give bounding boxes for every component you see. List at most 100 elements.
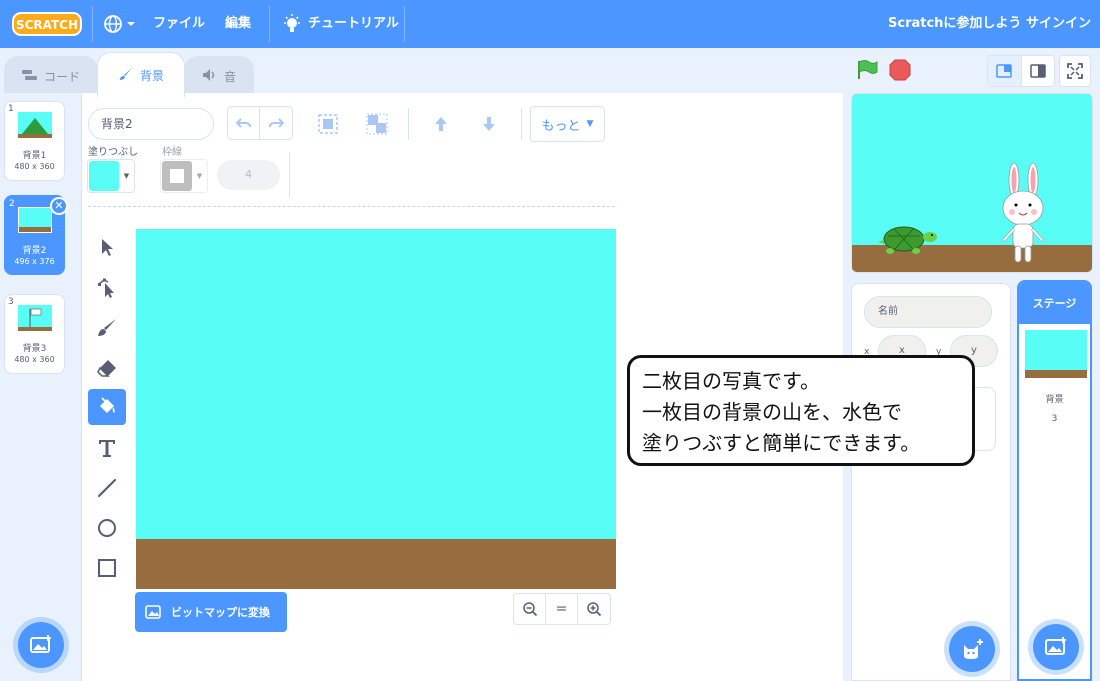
- stop-button[interactable]: [888, 58, 912, 82]
- group-icon: [318, 114, 338, 134]
- stop-icon: [889, 59, 911, 81]
- sign-in-link[interactable]: サインイン: [1026, 0, 1091, 48]
- fill-tool[interactable]: [88, 389, 126, 425]
- delete-backdrop-button[interactable]: ✕: [50, 197, 68, 215]
- select-tool[interactable]: [88, 229, 126, 265]
- speaker-icon: [202, 68, 218, 85]
- convert-to-bitmap-label: ビットマップに変換: [171, 606, 270, 619]
- small-stage-icon: [996, 64, 1012, 78]
- backdrop-name-input[interactable]: 背景2: [88, 108, 214, 140]
- image-icon: [145, 605, 161, 619]
- tab-backdrops[interactable]: 背景: [97, 52, 185, 97]
- paint-canvas[interactable]: [136, 229, 616, 589]
- toolbar-separator: [88, 206, 615, 207]
- large-stage-button[interactable]: [1022, 56, 1055, 86]
- outline-color-swatch: [162, 161, 192, 191]
- outline-width-input[interactable]: 4: [217, 160, 280, 190]
- backdrop-name: 背景1: [22, 151, 47, 161]
- zoom-out-button[interactable]: [514, 594, 547, 624]
- paintbrush-icon: [98, 319, 116, 336]
- tab-code[interactable]: コード: [4, 56, 98, 96]
- fullscreen-button[interactable]: [1059, 55, 1091, 87]
- backdrop-item[interactable]: 3 背景3 480 x 360: [4, 294, 65, 374]
- scratch-logo[interactable]: SCRATCH: [12, 10, 84, 38]
- tab-sounds-label: 音: [223, 70, 236, 84]
- more-button[interactable]: もっと ▼: [530, 106, 605, 142]
- ungroup-button[interactable]: [362, 110, 392, 138]
- image-add-icon: [30, 635, 51, 653]
- backdrop-list: 1 背景1 480 x 360 2 背景2 496 x 376 ✕ 3 背景3 …: [0, 93, 82, 681]
- backward-button[interactable]: [474, 110, 504, 138]
- backdrop-thumbnail: [18, 112, 52, 138]
- backdrop-number: 2: [9, 199, 15, 209]
- text-icon: [99, 440, 115, 457]
- undo-redo-group: [227, 106, 293, 140]
- menu-bar: SCRATCH ファイル 編集 チュートリアル Scratchに参加しよう サイ…: [0, 0, 1100, 48]
- lightbulb-icon: [282, 13, 302, 35]
- add-backdrop-button[interactable]: [18, 622, 64, 668]
- convert-to-bitmap-button[interactable]: ビットマップに変換: [135, 592, 287, 632]
- stage-size-toggle: [987, 55, 1055, 87]
- add-sprite-button[interactable]: [949, 626, 995, 672]
- ungroup-icon: [366, 113, 388, 135]
- stage-render: [852, 94, 1092, 272]
- brush-tool[interactable]: [88, 310, 126, 346]
- sprite-name-input[interactable]: 名前: [864, 296, 992, 328]
- join-scratch-link[interactable]: Scratchに参加しよう: [888, 0, 1021, 48]
- toolbar-divider: [521, 108, 522, 140]
- stage[interactable]: [851, 93, 1093, 273]
- menu-divider: [92, 6, 93, 42]
- eraser-icon: [97, 360, 116, 377]
- globe-icon: [104, 15, 135, 33]
- stage-backdrop-thumbnail: [1025, 330, 1087, 378]
- toolbar-divider: [408, 108, 409, 140]
- zoom-controls: =: [513, 593, 611, 625]
- backdrop-item[interactable]: 1 背景1 480 x 360: [4, 101, 65, 181]
- outline-color-picker[interactable]: ▼: [160, 159, 208, 193]
- backdrop-size: 480 x 360: [14, 162, 55, 171]
- edit-menu[interactable]: 編集: [225, 0, 251, 48]
- backdrop-size: 496 x 376: [14, 257, 55, 266]
- toolbar-divider: [289, 152, 290, 198]
- redo-button[interactable]: [260, 107, 292, 139]
- annotation-callout: 二枚目の写真です。 一枚目の背景の山を、水色で 塗りつぶすと簡単にできます。: [627, 355, 975, 466]
- circle-tool[interactable]: [88, 510, 126, 546]
- text-tool[interactable]: [88, 430, 126, 466]
- stage-selector[interactable]: ステージ 背景 3: [1017, 280, 1092, 681]
- add-stage-backdrop-button[interactable]: [1033, 624, 1079, 670]
- undo-button[interactable]: [228, 107, 261, 139]
- backdrops-count: 3: [1051, 414, 1058, 424]
- rectangle-tool[interactable]: [88, 550, 126, 586]
- sprite-info-pane: 名前 x x y y: [851, 283, 1011, 681]
- zoom-in-button[interactable]: [578, 594, 610, 624]
- fill-color-picker[interactable]: ▼: [87, 159, 135, 193]
- eraser-tool[interactable]: [88, 350, 126, 386]
- paint-bucket-icon: [100, 397, 115, 413]
- tab-code-label: コード: [43, 70, 80, 84]
- reshape-tool[interactable]: [88, 270, 126, 306]
- arrow-up-icon: [435, 117, 447, 131]
- undo-icon: [235, 118, 251, 128]
- zoom-reset-button[interactable]: =: [546, 594, 578, 624]
- paintbrush-icon: [118, 66, 134, 85]
- line-tool[interactable]: [88, 470, 126, 506]
- reshape-icon: [98, 278, 114, 298]
- forward-button[interactable]: [426, 110, 456, 138]
- stage-pane-title: ステージ: [1019, 282, 1090, 324]
- file-menu[interactable]: ファイル: [153, 0, 205, 48]
- tutorials-menu[interactable]: チュートリアル: [308, 0, 399, 48]
- small-stage-button[interactable]: [988, 56, 1022, 86]
- line-icon: [97, 478, 117, 498]
- backdrop-number: 3: [8, 297, 14, 307]
- image-add-icon: [1045, 637, 1066, 655]
- backdrop-thumbnail: [18, 207, 52, 233]
- backdrop-thumbnail: [18, 305, 52, 331]
- tab-sounds[interactable]: 音: [184, 56, 254, 96]
- green-flag-button[interactable]: [855, 58, 879, 82]
- rectangle-icon: [98, 559, 116, 577]
- green-flag-icon: [858, 60, 878, 79]
- group-button[interactable]: [313, 110, 343, 138]
- more-button-label: もっと: [541, 118, 581, 134]
- backdrop-number: 1: [8, 104, 14, 114]
- language-menu[interactable]: [102, 12, 140, 36]
